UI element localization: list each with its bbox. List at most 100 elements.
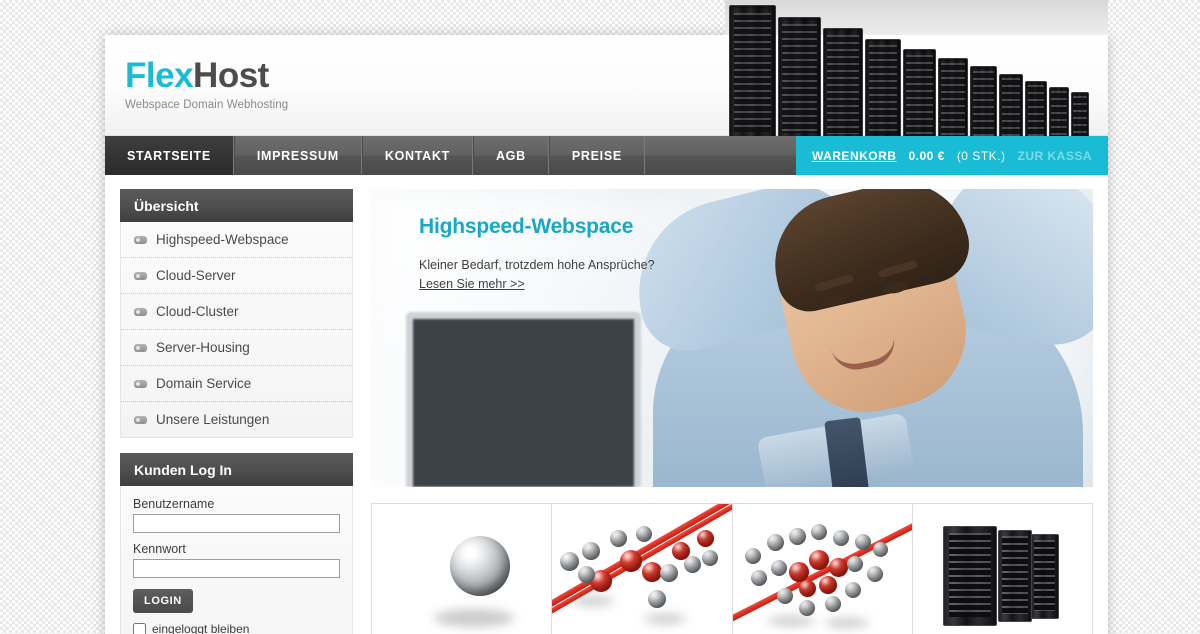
nav-item-kontakt[interactable]: KONTAKT [361,136,473,175]
login-panel: Kunden Log In Benutzername Kennwort LOGI… [120,453,353,634]
chrome-node [844,582,861,598]
cart-bar: WARENKORB 0.00 € (0 STK.) ZUR KASSA [795,136,1108,175]
chrome-node [854,534,871,550]
node-shadow [824,618,869,628]
rack-8 [999,74,1023,150]
rack-3 [823,28,863,150]
bullet-icon [134,343,147,352]
main-navigation: STARTSEITE IMPRESSUM KONTAKT AGB PREISE … [105,136,1108,175]
rack-2 [778,17,821,150]
red-node [788,562,809,582]
chrome-sphere [450,536,510,596]
thumbnail-red-node-network[interactable] [552,504,733,634]
rack-6 [938,58,968,150]
node-shadow [644,614,687,624]
chrome-node [766,534,784,551]
thumbnail-red-node-cluster[interactable] [732,504,913,634]
password-input[interactable] [133,559,340,578]
bullet-icon [134,415,147,424]
login-panel-body: Benutzername Kennwort LOGIN eingeloggt b… [120,486,353,634]
rack-thumb-back [1030,534,1059,619]
password-label: Kennwort [133,542,186,556]
sidebar-item-cloud-cluster[interactable]: Cloud-Cluster [121,294,352,330]
rack-4 [865,39,901,150]
sidebar-item-domain-service[interactable]: Domain Service [121,366,352,402]
chrome-node [648,590,667,608]
overview-panel-body: Highspeed-Webspace Cloud-Server Cloud-Cl… [120,222,353,438]
chrome-node [660,564,679,582]
sphere-shadow [434,609,514,627]
sidebar-item-highspeed-webspace[interactable]: Highspeed-Webspace [121,222,352,258]
chrome-node [846,556,863,572]
sidebar-item-label: Highspeed-Webspace [156,232,289,247]
red-node [798,580,816,597]
cart-link[interactable]: WARENKORB [812,149,897,163]
red-node [697,530,715,547]
cart-total: 0.00 € [908,148,945,163]
person-photo [619,189,1093,487]
rack-7 [970,66,997,150]
chrome-node [770,560,787,576]
cart-quantity: (0 STK.) [956,148,1006,163]
site-header: FlexHost Webspace Domain Webhosting [105,0,1108,150]
hero-banner[interactable]: Highspeed-Webspace Kleiner Bedarf, trotz… [371,189,1093,487]
hero-text-block: Highspeed-Webspace Kleiner Bedarf, trotz… [419,215,655,293]
login-panel-title: Kunden Log In [120,453,353,486]
sidebar-item-label: Unsere Leistungen [156,412,270,427]
nav-item-startseite[interactable]: STARTSEITE [105,136,234,175]
hero-read-more-link[interactable]: Lesen Sie mehr >> [419,277,525,291]
nav-item-impressum[interactable]: IMPRESSUM [233,136,362,175]
sidebar-item-label: Domain Service [156,376,252,391]
sidebar: Übersicht Highspeed-Webspace Cloud-Serve… [120,189,353,634]
username-label: Benutzername [133,497,215,511]
chrome-node [610,530,628,547]
sidebar-item-server-housing[interactable]: Server-Housing [121,330,352,366]
red-node [818,576,837,594]
hero-subtitle: Kleiner Bedarf, trotzdem hohe Ansprüche? [419,258,655,272]
chrome-node [788,528,806,545]
remember-me-checkbox[interactable] [133,622,146,634]
bullet-icon [134,235,147,244]
chrome-node [744,548,761,564]
node-shadow [766,616,815,626]
login-button[interactable]: LOGIN [133,589,193,613]
thumbnail-server-rack-trio[interactable] [912,504,1092,634]
main-column: Highspeed-Webspace Kleiner Bedarf, trotz… [371,189,1093,634]
red-node [642,562,663,582]
logo-text-host: Host [193,56,269,95]
sidebar-item-label: Cloud-Server [156,268,236,283]
nav-item-agb[interactable]: AGB [472,136,549,175]
chrome-node [832,530,849,546]
remember-me-row[interactable]: eingeloggt bleiben [133,622,340,634]
sidebar-item-unsere-leistungen[interactable]: Unsere Leistungen [121,402,352,437]
rack-thumb-middle [997,530,1032,622]
chrome-node [702,550,719,566]
logo-text-flex: Flex [125,56,194,95]
thumbnail-single-chrome-sphere[interactable] [372,504,553,634]
rack-5 [903,49,936,150]
username-input[interactable] [133,514,340,533]
nav-item-preise[interactable]: PREISE [548,136,645,175]
bullet-icon [134,307,147,316]
chrome-node [750,570,767,586]
sidebar-item-label: Server-Housing [156,340,250,355]
overview-panel-title: Übersicht [120,189,353,222]
red-node [808,550,829,570]
red-node [620,550,643,572]
chrome-node [684,556,702,573]
site-logo[interactable]: FlexHost Webspace Domain Webhosting [125,58,288,111]
bullet-icon [134,379,147,388]
chrome-node [810,524,827,540]
rack-thumb-front [942,526,997,626]
chrome-node [872,542,888,557]
chrome-node [560,552,580,571]
chrome-node [582,542,601,560]
overview-list: Highspeed-Webspace Cloud-Server Cloud-Cl… [121,222,352,437]
rack-1 [729,5,776,150]
rack-backdrop-strip [725,0,1108,35]
sidebar-item-cloud-server[interactable]: Cloud-Server [121,258,352,294]
page-container: FlexHost Webspace Domain Webhosting STAR… [105,0,1108,634]
cart-checkout-link[interactable]: ZUR KASSA [1017,149,1092,163]
content-area: Übersicht Highspeed-Webspace Cloud-Serve… [105,175,1108,634]
